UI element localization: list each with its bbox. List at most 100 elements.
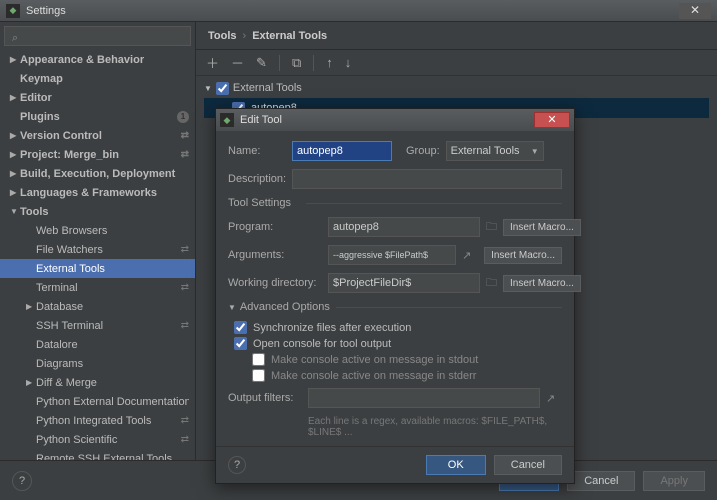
sidebar-item-label: Editor xyxy=(20,92,189,104)
sidebar-item[interactable]: Python Integrated Tools⇄ xyxy=(0,411,195,430)
sidebar-item-label: Terminal xyxy=(36,282,189,294)
move-up-button[interactable]: ↑ xyxy=(326,55,333,70)
tree-arrow-icon: ▶ xyxy=(10,55,20,64)
program-label: Program: xyxy=(228,221,322,233)
expand-icon[interactable]: ↗ xyxy=(462,249,478,262)
tree-arrow-icon: ▶ xyxy=(10,188,20,197)
sidebar-item-label: Appearance & Behavior xyxy=(20,54,189,66)
sidebar-item[interactable]: ▶Project: Merge_bin⇄ xyxy=(0,145,195,164)
group-value: External Tools xyxy=(451,145,520,157)
link-icon: ⇄ xyxy=(181,282,189,293)
sidebar-item-label: Datalore xyxy=(36,339,189,351)
folder-icon[interactable]: 🗀 xyxy=(486,274,497,293)
folder-icon[interactable]: 🗀 xyxy=(486,218,497,237)
dialog-help-button[interactable]: ? xyxy=(228,456,246,474)
cancel-button[interactable]: Cancel xyxy=(567,471,635,491)
sidebar-item[interactable]: Keymap xyxy=(0,69,195,88)
insert-macro-program-button[interactable]: Insert Macro... xyxy=(503,219,581,236)
sidebar-item[interactable]: ▶Database xyxy=(0,297,195,316)
stdout-label: Make console active on message in stdout xyxy=(271,354,478,366)
sidebar-item-label: Version Control xyxy=(20,130,189,142)
insert-macro-arguments-button[interactable]: Insert Macro... xyxy=(484,247,562,264)
sidebar-item-label: Plugins xyxy=(20,111,189,123)
app-icon: ◆ xyxy=(6,4,20,18)
sidebar-item[interactable]: SSH Terminal⇄ xyxy=(0,316,195,335)
sidebar-item[interactable]: External Tools xyxy=(0,259,195,278)
name-input[interactable] xyxy=(292,141,392,161)
help-button[interactable]: ? xyxy=(12,471,32,491)
sidebar-item-label: Python Scientific xyxy=(36,434,189,446)
link-icon: ⇄ xyxy=(181,130,189,141)
sidebar-item-label: Python External Documentation xyxy=(36,396,189,408)
sidebar-item[interactable]: Web Browsers xyxy=(0,221,195,240)
sidebar-item[interactable]: ▶Appearance & Behavior xyxy=(0,50,195,69)
sidebar-item-label: Keymap xyxy=(20,73,189,85)
tree-arrow-icon: ▶ xyxy=(26,302,36,311)
badge: 1 xyxy=(177,111,189,123)
insert-macro-workdir-button[interactable]: Insert Macro... xyxy=(503,275,581,292)
expand-icon[interactable]: ↗ xyxy=(546,392,562,405)
sidebar-item[interactable]: ▶Diff & Merge xyxy=(0,373,195,392)
workdir-input[interactable] xyxy=(328,273,480,293)
chevron-down-icon: ▼ xyxy=(531,147,539,156)
link-icon: ⇄ xyxy=(181,320,189,331)
search-wrap: ⌕ xyxy=(4,26,191,46)
filters-input[interactable] xyxy=(308,388,540,408)
sidebar-item-label: Diagrams xyxy=(36,358,189,370)
sidebar-item[interactable]: File Watchers⇄ xyxy=(0,240,195,259)
sidebar-item-label: Database xyxy=(36,301,189,313)
group-select[interactable]: External Tools ▼ xyxy=(446,141,544,161)
edit-button[interactable]: ✎ xyxy=(256,55,267,71)
window-title: Settings xyxy=(26,5,66,17)
breadcrumb-root[interactable]: Tools xyxy=(208,30,237,42)
sidebar-item[interactable]: ▶Build, Execution, Deployment xyxy=(0,164,195,183)
search-input[interactable] xyxy=(4,26,191,46)
edit-tool-dialog: ◆ Edit Tool ✕ Name: Group: External Tool… xyxy=(215,108,575,484)
group-checkbox[interactable] xyxy=(216,82,229,95)
sidebar-item[interactable]: ▶Editor xyxy=(0,88,195,107)
program-input[interactable] xyxy=(328,217,480,237)
sidebar-item[interactable]: ▶Version Control⇄ xyxy=(0,126,195,145)
tool-group-row[interactable]: ▼ External Tools xyxy=(204,78,709,98)
tree-arrow-icon: ▼ xyxy=(10,207,20,216)
sidebar-item-label: Diff & Merge xyxy=(36,377,189,389)
console-label: Open console for tool output xyxy=(253,338,391,350)
sidebar-item[interactable]: Python External Documentation xyxy=(0,392,195,411)
toolbar-separator xyxy=(313,55,314,71)
dialog-footer: ? OK Cancel xyxy=(216,446,574,483)
group-label: Group: xyxy=(406,145,440,157)
arguments-input[interactable] xyxy=(328,245,456,265)
stderr-checkbox[interactable] xyxy=(252,369,265,382)
sidebar-item[interactable]: Python Scientific⇄ xyxy=(0,430,195,449)
add-button[interactable]: ＋ xyxy=(206,53,219,72)
sidebar-item[interactable]: Datalore xyxy=(0,335,195,354)
sidebar-item-label: File Watchers xyxy=(36,244,189,256)
link-icon: ⇄ xyxy=(181,434,189,445)
sidebar-item[interactable]: Remote SSH External Tools xyxy=(0,449,195,460)
move-down-button[interactable]: ↓ xyxy=(345,55,352,70)
sidebar-item[interactable]: ▼Tools xyxy=(0,202,195,221)
search-icon: ⌕ xyxy=(12,32,18,45)
dialog-cancel-button[interactable]: Cancel xyxy=(494,455,562,475)
sidebar-item[interactable]: Plugins1 xyxy=(0,107,195,126)
window-close-button[interactable]: ✕ xyxy=(679,3,711,19)
name-label: Name: xyxy=(228,145,286,157)
stdout-checkbox[interactable] xyxy=(252,353,265,366)
advanced-options-label[interactable]: Advanced Options xyxy=(228,301,562,313)
sidebar-item[interactable]: Diagrams xyxy=(0,354,195,373)
description-input[interactable] xyxy=(292,169,562,189)
tree-arrow-icon: ▶ xyxy=(10,131,20,140)
workdir-label: Working directory: xyxy=(228,277,322,289)
remove-button[interactable]: － xyxy=(231,53,244,72)
console-checkbox[interactable] xyxy=(234,337,247,350)
sidebar-item[interactable]: Terminal⇄ xyxy=(0,278,195,297)
sync-checkbox[interactable] xyxy=(234,321,247,334)
copy-button[interactable]: ⧉ xyxy=(292,55,301,71)
tree-arrow-icon: ▶ xyxy=(26,378,36,387)
sidebar-item[interactable]: ▶Languages & Frameworks xyxy=(0,183,195,202)
sidebar-item-label: Web Browsers xyxy=(36,225,189,237)
apply-button[interactable]: Apply xyxy=(643,471,705,491)
app-icon: ◆ xyxy=(220,113,234,127)
dialog-close-button[interactable]: ✕ xyxy=(534,112,570,128)
dialog-ok-button[interactable]: OK xyxy=(426,455,486,475)
